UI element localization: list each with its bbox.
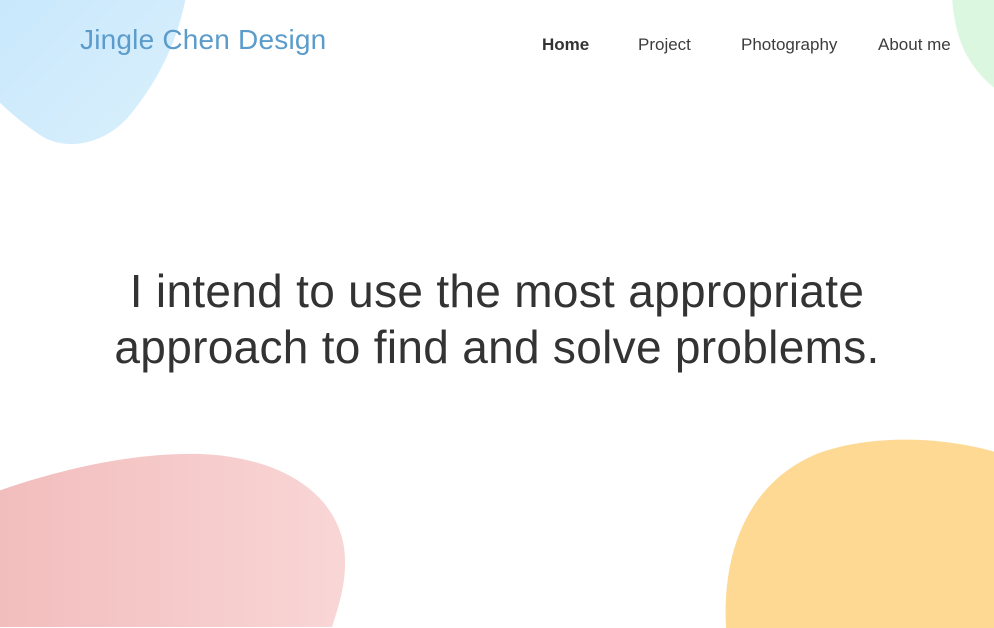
hero-headline-line-2: approach to find and solve problems. bbox=[114, 321, 880, 373]
decorative-blob-yellow bbox=[725, 439, 994, 628]
nav-item-home[interactable]: Home bbox=[542, 35, 589, 55]
hero-headline-line-1: I intend to use the most appropriate bbox=[129, 265, 865, 317]
nav-item-project[interactable]: Project bbox=[638, 35, 691, 55]
hero-headline: I intend to use the most appropriate app… bbox=[0, 263, 994, 375]
main-nav: Home Project Photography About me bbox=[0, 35, 994, 57]
decorative-blob-blue bbox=[0, 0, 186, 145]
nav-item-photography[interactable]: Photography bbox=[741, 35, 837, 55]
decorative-blob-pink bbox=[0, 453, 346, 627]
nav-item-about-me[interactable]: About me bbox=[878, 35, 951, 55]
